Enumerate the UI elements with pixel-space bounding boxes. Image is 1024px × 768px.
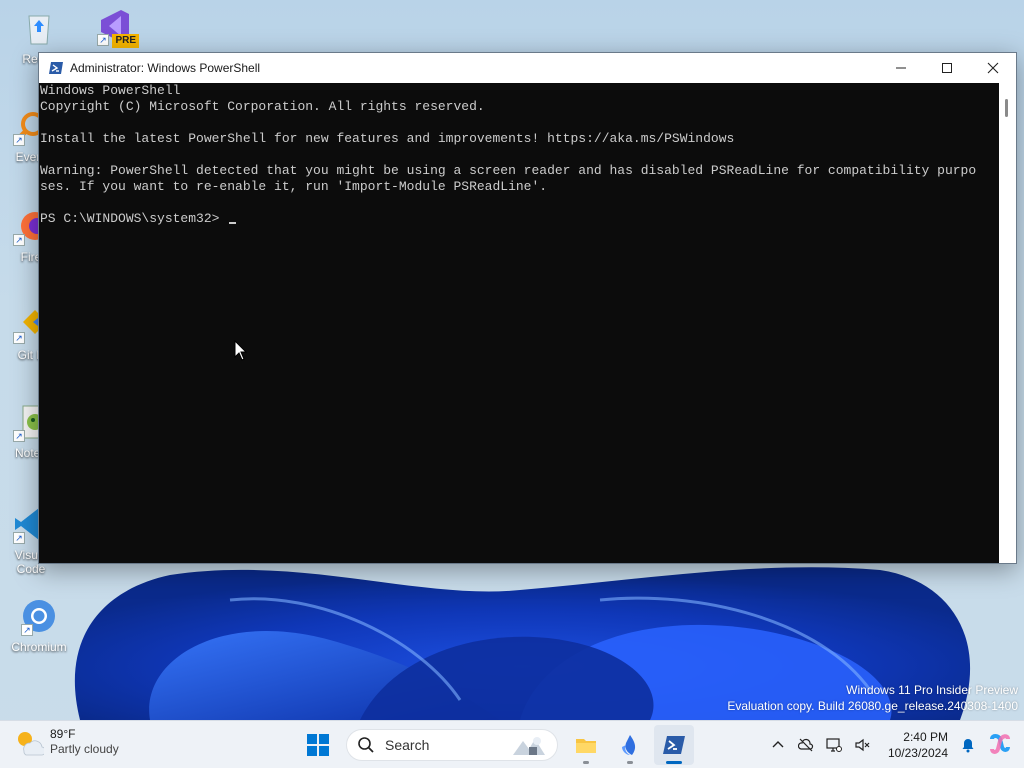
clock-date: 10/23/2024	[887, 746, 948, 760]
maximize-button[interactable]	[924, 53, 970, 83]
chevron-up-icon	[772, 741, 784, 748]
partly-cloudy-icon	[14, 727, 44, 757]
active-indicator	[666, 761, 682, 764]
desktop-icon-visual-studio-preview[interactable]: PRE ↗	[80, 6, 150, 50]
minimize-button[interactable]	[878, 53, 924, 83]
weather-condition: Partly cloudy	[50, 742, 119, 756]
vertical-scrollbar[interactable]	[999, 83, 1016, 563]
start-button[interactable]	[298, 725, 338, 765]
console-line: Install the latest PowerShell for new fe…	[40, 131, 735, 146]
window-titlebar[interactable]: Administrator: Windows PowerShell	[39, 53, 1016, 83]
visual-studio-preview-icon: PRE ↗	[95, 6, 139, 48]
scrollbar-thumb[interactable]	[1005, 99, 1008, 117]
shortcut-arrow-icon: ↗	[13, 532, 25, 544]
prompt-line[interactable]: PS C:\WINDOWS\system32>	[40, 211, 1000, 227]
show-hidden-icons-button[interactable]	[764, 731, 792, 759]
shortcut-arrow-icon: ↗	[13, 332, 25, 344]
copilot-button[interactable]	[982, 727, 1018, 763]
clock-time: 2:40 PM	[903, 730, 948, 744]
chromium-icon: ↗	[19, 596, 59, 636]
evaluation-watermark: Windows 11 Pro Insider Preview Evaluatio…	[727, 683, 1018, 713]
minimize-icon	[896, 67, 906, 69]
shortcut-arrow-icon: ↗	[13, 234, 25, 246]
volume-tray-button[interactable]	[848, 731, 876, 759]
console-line: Warning: PowerShell detected that you mi…	[40, 163, 977, 178]
app-icon	[622, 735, 636, 755]
command-prompt: PS C:\WINDOWS\system32>	[40, 211, 228, 226]
powershell-window[interactable]: Administrator: Windows PowerShell Window…	[38, 52, 1017, 564]
onedrive-tray-button[interactable]	[792, 731, 820, 759]
close-icon	[987, 62, 999, 74]
windows-logo-icon	[307, 734, 329, 756]
console-output[interactable]: Windows PowerShell Copyright (C) Microso…	[39, 83, 1000, 563]
powershell-icon	[663, 736, 685, 754]
powershell-icon	[48, 60, 64, 76]
network-icon	[826, 738, 842, 752]
powershell-button[interactable]	[654, 725, 694, 765]
maximize-icon	[942, 63, 952, 73]
recycle-bin-icon	[19, 8, 59, 48]
weather-widget[interactable]: 89°F Partly cloudy	[14, 727, 119, 757]
mouse-pointer-icon	[234, 340, 248, 362]
running-indicator	[627, 761, 633, 764]
folder-icon	[576, 739, 596, 753]
copilot-icon	[990, 734, 1010, 754]
running-indicator	[583, 761, 589, 764]
system-tray: 2:40 PM 10/23/2024	[764, 721, 1024, 768]
search-icon	[357, 736, 375, 754]
taskbar: 89°F Partly cloudy Search 2:40 PM 10/23/…	[0, 720, 1024, 768]
search-label: Search	[385, 737, 430, 753]
bell-icon	[962, 739, 974, 753]
close-button[interactable]	[970, 53, 1016, 83]
desktop-icon-chromium[interactable]: ↗ Chromium	[4, 596, 74, 654]
window-title: Administrator: Windows PowerShell	[70, 61, 261, 75]
volume-muted-icon	[855, 738, 870, 752]
text-cursor	[229, 222, 237, 224]
window-controls	[878, 53, 1016, 83]
shortcut-arrow-icon: ↗	[97, 34, 109, 46]
console-line: Copyright (C) Microsoft Corporation. All…	[40, 99, 485, 114]
shortcut-arrow-icon: ↗	[13, 134, 25, 146]
notifications-button[interactable]	[954, 731, 982, 759]
taskbar-search[interactable]: Search	[346, 729, 558, 761]
taskbar-clock[interactable]: 2:40 PM 10/23/2024	[888, 729, 948, 761]
console-line: ses. If you want to re-enable it, run 'I…	[40, 179, 548, 194]
weather-temperature: 89°F	[50, 727, 76, 741]
console-line: Windows PowerShell	[40, 83, 181, 98]
search-highlight-icon	[509, 733, 549, 759]
taskbar-center: Search	[296, 721, 696, 768]
shortcut-arrow-icon: ↗	[13, 430, 25, 442]
pre-badge: PRE	[112, 34, 139, 48]
shortcut-arrow-icon: ↗	[21, 624, 33, 636]
network-tray-button[interactable]	[820, 731, 848, 759]
file-explorer-button[interactable]	[566, 725, 606, 765]
cloud-off-icon	[797, 738, 814, 752]
app-button[interactable]	[610, 725, 650, 765]
